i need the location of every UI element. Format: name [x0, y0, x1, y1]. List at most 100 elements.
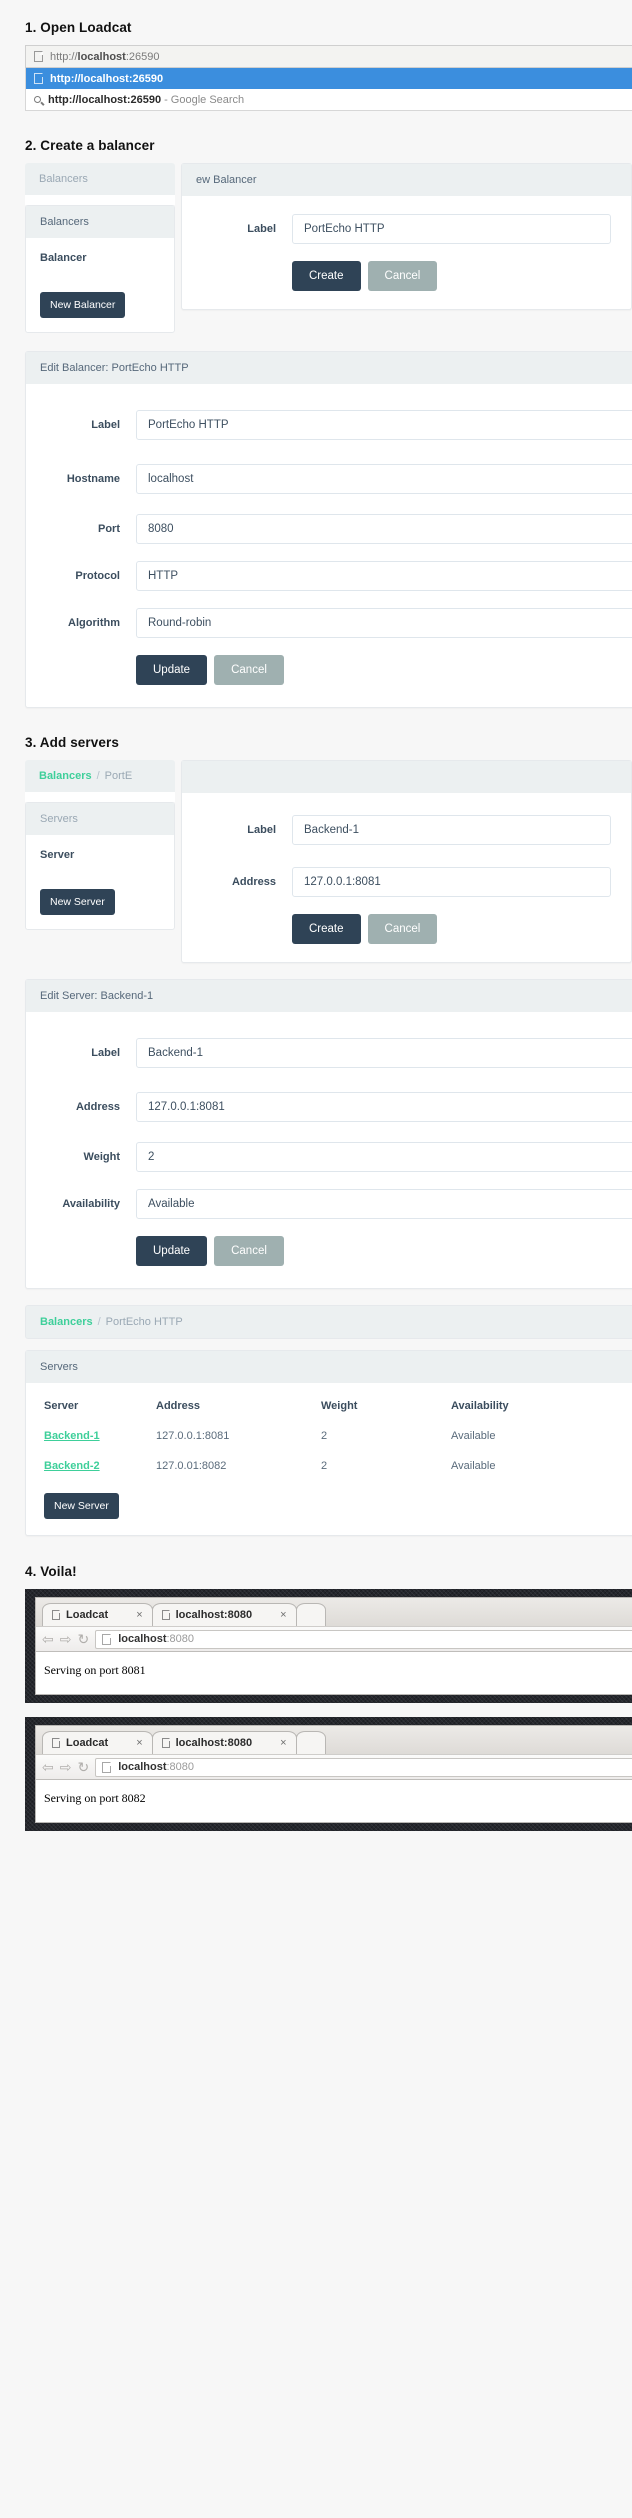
balancer-label-input[interactable]: PortEcho HTTP: [136, 410, 632, 440]
address-bar[interactable]: http://localhost:26590: [25, 45, 632, 68]
breadcrumb-current: PortEcho HTTP: [105, 1316, 183, 1328]
servers-list-screenshot: Balancers / PortEcho HTTP Servers Server A…: [25, 1305, 632, 1536]
create-button[interactable]: Create: [292, 261, 361, 291]
section-open-loadcat: 1. Open Loadcat http://localhost:26590 h…: [0, 0, 632, 111]
back-arrow-icon[interactable]: ⇦: [42, 1632, 54, 1646]
omnibox-screenshot: http://localhost:26590 http://localhost:…: [25, 45, 632, 111]
browser-chrome: Loadcat × localhost:8080 × ⇦ ⇨ ↻ localho…: [35, 1597, 632, 1695]
url-bar[interactable]: localhost:8080: [95, 1629, 632, 1649]
omnibox-suggestion-search-suffix: - Google Search: [164, 93, 245, 106]
field-row-port: Port 8080: [26, 514, 632, 544]
server-label-input[interactable]: Backend-1: [136, 1038, 632, 1068]
tab-loadcat[interactable]: Loadcat ×: [42, 1603, 153, 1626]
forward-arrow-icon[interactable]: ⇨: [60, 1632, 72, 1646]
balancer-algorithm-select[interactable]: Round-robin: [136, 608, 632, 638]
new-server-button[interactable]: New Server: [44, 1493, 119, 1519]
omnibox-suggestion-search[interactable]: http://localhost:26590 - Google Search: [26, 89, 632, 110]
tab-title-port: :8080: [223, 1737, 253, 1749]
new-balancer-card: ew Balancer Label PortEcho HTTP Create C…: [181, 163, 632, 310]
section-voila: 4. Voila! Loadcat × localhost:8080 × ⇦ ⇨…: [0, 1536, 632, 1831]
edit-balancer-form: Label PortEcho HTTP Hostname localhost P…: [26, 384, 632, 707]
breadcrumb-current: PortE: [104, 770, 133, 782]
column-header-server: Server: [44, 1400, 79, 1412]
cancel-button[interactable]: Cancel: [214, 1236, 284, 1266]
edit-server-form: Label Backend-1 Address 127.0.0.1:8081 W…: [26, 1012, 632, 1288]
section-add-servers: 3. Add servers Balancers / PortE Servers S…: [0, 708, 632, 1536]
server-address-input[interactable]: 127.0.0.1:8081: [136, 1092, 632, 1122]
url-port: :8080: [166, 1761, 195, 1773]
breadcrumb-balancers-link[interactable]: Balancers: [40, 1316, 93, 1328]
servers-table-wrap: Server Address Weight Availability Backe…: [26, 1383, 632, 1535]
back-arrow-icon[interactable]: ⇦: [42, 1760, 54, 1774]
page-icon: [161, 1610, 170, 1620]
server-sidebar-stack: Balancers / PortE Servers Server New Serve…: [25, 760, 175, 963]
new-tab-button[interactable]: [295, 1731, 326, 1754]
server-label-input[interactable]: Backend-1: [292, 815, 611, 845]
server-weight-input[interactable]: 2: [136, 1142, 632, 1172]
balancer-hostname-input[interactable]: localhost: [136, 464, 632, 494]
reload-icon[interactable]: ↻: [77, 1632, 89, 1646]
window-mask: Loadcat × localhost:8080 × ⇦ ⇨ ↻ localho…: [25, 1717, 632, 1831]
field-row-label: Label Backend-1: [182, 815, 611, 845]
cell-address: 127.0.0.1:8081: [156, 1430, 230, 1442]
page-icon: [34, 73, 43, 84]
forward-arrow-icon[interactable]: ⇨: [60, 1760, 72, 1774]
cell-address: 127.0.01:8082: [156, 1460, 227, 1472]
create-button[interactable]: Create: [292, 914, 361, 944]
server-link[interactable]: Backend-1: [44, 1430, 100, 1442]
new-server-panel: Label Backend-1 Address 127.0.0.1:8081 C…: [181, 760, 632, 963]
servers-table-footer: New Server: [26, 1481, 632, 1535]
reload-icon[interactable]: ↻: [77, 1760, 89, 1774]
edit-server-card-title: Edit Server: Backend-1: [26, 980, 632, 1012]
server-address-input[interactable]: 127.0.0.1:8081: [292, 867, 611, 897]
close-icon[interactable]: ×: [280, 1737, 286, 1749]
field-row-weight: Weight 2: [26, 1142, 632, 1172]
omnibox-suggestion-url[interactable]: http://localhost:26590: [26, 68, 632, 89]
cancel-button[interactable]: Cancel: [367, 914, 438, 944]
cancel-button[interactable]: Cancel: [367, 261, 438, 291]
balancer-port-input[interactable]: 8080: [136, 514, 632, 544]
browser-chrome: Loadcat × localhost:8080 × ⇦ ⇨ ↻ localho…: [35, 1725, 632, 1823]
balancers-card: Balancers Balancer New Balancer: [25, 205, 175, 333]
close-icon[interactable]: ×: [136, 1737, 142, 1749]
server-link[interactable]: Backend-2: [44, 1460, 100, 1472]
breadcrumb-balancers-link[interactable]: Balancers: [39, 770, 92, 782]
cancel-button[interactable]: Cancel: [214, 655, 284, 685]
page-icon: [102, 1761, 112, 1773]
update-button[interactable]: Update: [136, 1236, 208, 1266]
balancer-protocol-select[interactable]: HTTP: [136, 561, 632, 591]
edit-server-actions: Update Cancel: [26, 1236, 632, 1266]
tab-loadcat[interactable]: Loadcat ×: [42, 1731, 153, 1754]
url-bar[interactable]: localhost:8080: [95, 1757, 632, 1777]
new-balancer-screenshot: Balancers Balancers Balancer New Balance…: [25, 163, 632, 333]
balancer-label-input[interactable]: PortEcho HTTP: [292, 214, 611, 244]
new-balancer-button[interactable]: New Balancer: [40, 292, 126, 318]
server-availability-select[interactable]: Available: [136, 1189, 632, 1219]
edit-server-screenshot: Edit Server: Backend-1 Label Backend-1 A…: [25, 979, 632, 1289]
close-icon[interactable]: ×: [136, 1609, 142, 1621]
sidebar-ghost-header: Balancers: [25, 163, 175, 195]
servers-card-title: Servers: [26, 803, 174, 835]
tab-localhost-8080[interactable]: localhost:8080 ×: [151, 1603, 297, 1626]
navigation-bar: ⇦ ⇨ ↻ localhost:8080: [36, 1754, 632, 1780]
step-1-title: 1. Open Loadcat: [25, 20, 132, 35]
edit-balancer-card-title: Edit Balancer: PortEcho HTTP: [26, 352, 632, 384]
new-server-button[interactable]: New Server: [40, 889, 115, 915]
new-balancer-panel: ew Balancer Label PortEcho HTTP Create C…: [181, 163, 632, 333]
omnibox-suggestion-url-text: http://localhost:26590: [50, 72, 164, 85]
field-row-label: Label PortEcho HTTP: [26, 410, 632, 440]
tab-strip: Loadcat × localhost:8080 ×: [36, 1598, 632, 1626]
page-content: Serving on port 8081: [36, 1652, 632, 1694]
balancers-card-body: Balancer New Balancer: [26, 238, 174, 332]
table-row: Backend-1 127.0.0.1:8081 2 Available: [26, 1421, 632, 1451]
new-tab-button[interactable]: [295, 1603, 326, 1626]
url-host: localhost: [118, 1633, 167, 1645]
servers-table-card: Servers Server Address Weight Availabili…: [25, 1350, 632, 1536]
breadcrumb-separator: /: [96, 770, 100, 782]
close-icon[interactable]: ×: [280, 1609, 286, 1621]
edit-balancer-screenshot: Edit Balancer: PortEcho HTTP Label PortE…: [25, 351, 632, 708]
update-button[interactable]: Update: [136, 655, 208, 685]
tab-localhost-8080[interactable]: localhost:8080 ×: [151, 1731, 297, 1754]
field-label-algorithm: Algorithm: [68, 617, 120, 629]
page-icon: [102, 1633, 112, 1645]
